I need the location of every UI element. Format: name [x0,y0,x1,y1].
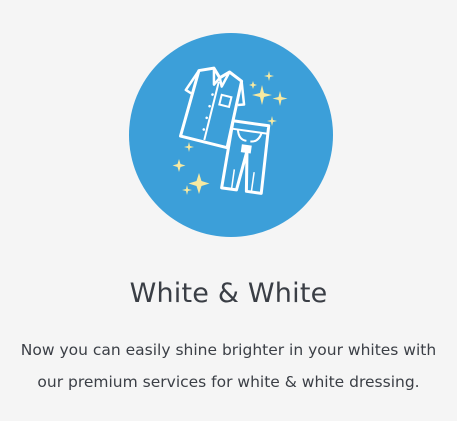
shirt-and-jeans-sparkle-icon [129,33,333,237]
description-line: our premium services for white & white d… [37,373,420,391]
service-icon [129,33,333,237]
description-line: Now you can easily shine brighter in you… [20,341,437,359]
service-title: White & White [129,278,328,309]
service-card: White & White Now you can easily shine b… [0,0,457,421]
service-description: Now you can easily shine brighter in you… [10,334,447,398]
